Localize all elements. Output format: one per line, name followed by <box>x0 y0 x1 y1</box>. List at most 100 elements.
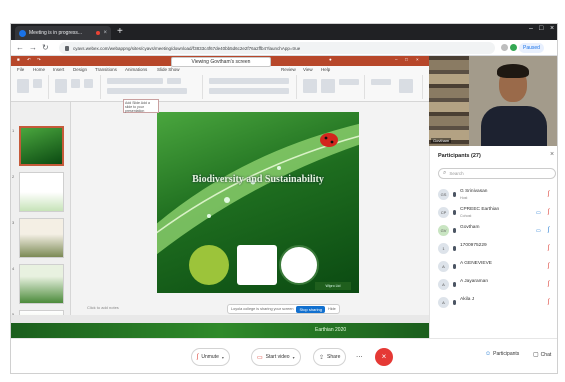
reload-icon[interactable]: ↻ <box>42 43 49 53</box>
font-name-box <box>107 78 163 84</box>
ribbon-tab-file: File <box>17 67 25 72</box>
paragraph-row-2 <box>209 88 289 94</box>
browser-tab[interactable]: Meeting is in progress... × <box>15 26 111 40</box>
slide-thumbnails: 1 2 3 4 5 <box>11 102 71 338</box>
participant-row[interactable]: GV Govtham ▭ ʃ <box>438 222 557 240</box>
editing-group <box>367 75 423 99</box>
participants-panel: Participants (27) × ⌕ Search GS G Sriniv… <box>429 146 557 338</box>
thumb-number: 1 <box>12 128 15 133</box>
profile-paused-badge[interactable]: Paused <box>519 43 544 53</box>
sharing-banner[interactable]: Viewing Govtham's screen <box>171 57 271 67</box>
participants-title: Participants (27) <box>438 153 481 159</box>
close-panel-icon[interactable]: × <box>550 151 554 158</box>
ppt-close-icon: × <box>416 57 419 62</box>
slide-footer: Wipro Ltd <box>315 282 351 290</box>
notes-hint: Click to add notes <box>87 305 119 310</box>
video-strip: Earthian 2020 <box>11 323 429 338</box>
unmute-button[interactable]: ʃ Unmute ▾ <box>191 348 230 366</box>
find-icon <box>371 79 391 85</box>
tab-strip: Meeting is in progress... × + – □ × <box>11 24 557 40</box>
participant-row[interactable]: A A Jayaraman ʃ <box>438 276 557 294</box>
participant-name: A Jayaraman <box>460 279 488 284</box>
leave-meeting-button[interactable]: × <box>375 348 393 366</box>
share-icon: ⇪ <box>319 354 325 361</box>
close-tab-icon[interactable]: × <box>103 30 107 36</box>
start-video-label: Start video <box>265 354 290 360</box>
slide-thumbnail <box>19 264 64 304</box>
participant-row[interactable]: CP CPREEC Earthian Cohost ▭ ʃ <box>438 204 557 222</box>
share-button[interactable]: ⇪ Share <box>313 348 347 366</box>
chat-button[interactable]: ▢ Chat <box>533 351 551 359</box>
participant-search[interactable]: ⌕ Search <box>438 168 556 179</box>
add-slide-tooltip: Add Slide Add a slide to your presentati… <box>123 99 159 113</box>
mic-icon <box>453 282 456 287</box>
participants-button[interactable]: ☺ Participants <box>485 351 519 357</box>
shape-fill-icon <box>339 79 359 85</box>
redo-icon: ↷ <box>37 57 41 62</box>
ribbon-tab-insert: Insert <box>53 67 65 72</box>
participants-label: Participants <box>493 351 520 357</box>
participant-name: G Srinivasan <box>460 189 488 194</box>
wipro-logo <box>237 245 277 285</box>
hide-button[interactable]: Hide <box>328 305 336 313</box>
ppt-minimize-icon: – <box>395 57 398 62</box>
back-icon[interactable]: ← <box>16 43 24 53</box>
ribbon-tab-review: Review <box>281 67 296 72</box>
notes-area: Click to add notes Loyola college is sha… <box>71 303 429 315</box>
new-tab-icon[interactable]: + <box>117 26 123 38</box>
participant-row[interactable]: GS G Srinivasan Host ʃ <box>438 186 557 204</box>
unmute-label: Unmute <box>201 354 219 360</box>
participants-icon: ☺ <box>485 351 492 357</box>
profile-avatar-icon[interactable] <box>510 44 517 51</box>
start-video-button[interactable]: ▭ Start video ▾ <box>251 348 301 366</box>
address-bar[interactable]: cyavs.webex.com/webappng/sites/cyavs/mee… <box>59 42 495 54</box>
participant-name: Akila J <box>460 297 475 302</box>
slide-thumbnail <box>19 126 64 166</box>
minimize-icon[interactable]: – <box>529 25 533 32</box>
video-name-label: Govtham <box>431 138 452 143</box>
extension-icon[interactable] <box>501 44 508 51</box>
ribbon-tab-home: Home <box>33 67 46 72</box>
participant-row[interactable]: A Akila J ʃ <box>438 294 557 312</box>
slide-thumbnail <box>19 218 64 258</box>
mic-icon <box>453 210 456 215</box>
clipboard-group <box>13 75 49 99</box>
account-icon: ● <box>329 57 332 62</box>
participant-row[interactable]: A A GENEVIEVE ʃ <box>438 258 557 276</box>
search-placeholder: Search <box>449 171 464 176</box>
ribbon-tab-help: Help <box>321 67 331 72</box>
muted-mic-icon: ʃ <box>548 281 550 287</box>
avatar: GS <box>438 189 449 200</box>
ribbon-tab-design: Design <box>73 67 88 72</box>
close-window-icon[interactable]: × <box>550 25 554 32</box>
avatar: CP <box>438 207 449 218</box>
share-label: Share <box>327 354 341 360</box>
chevron-down-icon: ▾ <box>292 354 295 360</box>
mic-icon <box>453 246 456 251</box>
screen-share-notice: Loyola college is sharing your screen St… <box>227 304 340 314</box>
forward-icon[interactable]: → <box>29 43 37 53</box>
person-body <box>481 106 547 146</box>
drawing-group <box>299 75 365 99</box>
earthian-logo <box>189 245 229 285</box>
participant-row[interactable]: 1 1700975229 ʃ <box>438 240 557 258</box>
video-on-icon: ▭ <box>536 228 541 234</box>
maximize-icon[interactable]: □ <box>539 25 543 32</box>
muted-mic-icon: ʃ <box>548 191 550 197</box>
share-notice-text: Loyola college is sharing your screen <box>231 307 294 311</box>
paste-icon <box>17 79 29 93</box>
mic-icon <box>453 264 456 269</box>
browser-window: Meeting is in progress... × + – □ × ← → … <box>10 23 558 374</box>
stop-sharing-button[interactable]: Stop sharing <box>296 305 325 313</box>
participant-video[interactable]: Govtham <box>429 56 557 146</box>
ribbon-tab-animations: Animations <box>125 67 148 72</box>
font-size-box <box>167 78 181 84</box>
mic-icon <box>453 228 456 233</box>
save-icon: ■ <box>17 57 20 62</box>
shapes-icon <box>303 79 317 93</box>
participant-name: CPREEC Earthian <box>460 207 500 212</box>
more-options-button[interactable]: ... <box>356 351 363 359</box>
tab-title: Meeting is in progress... <box>29 30 83 36</box>
font-group <box>103 75 203 99</box>
ppt-maximize-icon: □ <box>405 57 408 62</box>
